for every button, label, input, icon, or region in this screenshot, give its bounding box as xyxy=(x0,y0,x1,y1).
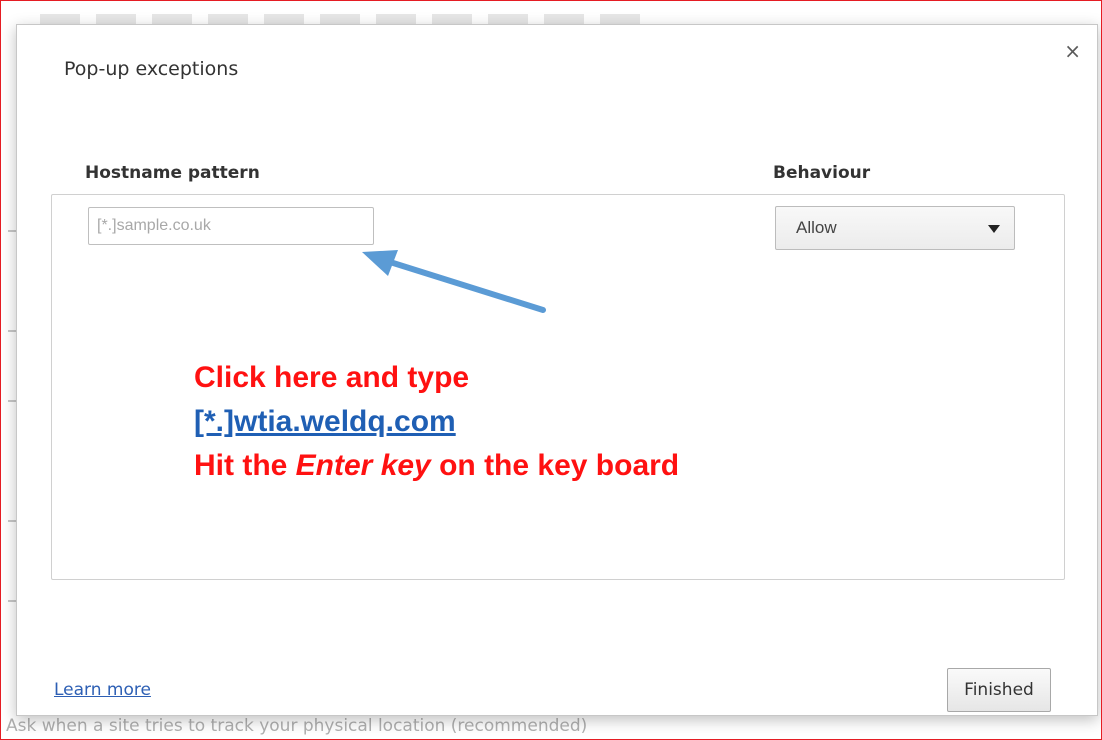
annotation-url: [*.]wtia.weldq.com xyxy=(194,405,456,438)
annotation-arrow-shaft xyxy=(387,259,546,313)
annotation-line-3-suffix: on the key board xyxy=(430,449,680,482)
annotation-enter-key: Enter key xyxy=(295,449,431,482)
annotation-line-1: Click here and type xyxy=(194,361,470,394)
annotation-arrow-head xyxy=(362,250,398,276)
annotation-instructions: Click here and type [*.]wtia.weldq.com H… xyxy=(194,356,679,488)
annotation-line-3-prefix: Hit the xyxy=(194,449,296,482)
annotation-line-3: Hit the Enter key on the key board xyxy=(194,444,679,488)
